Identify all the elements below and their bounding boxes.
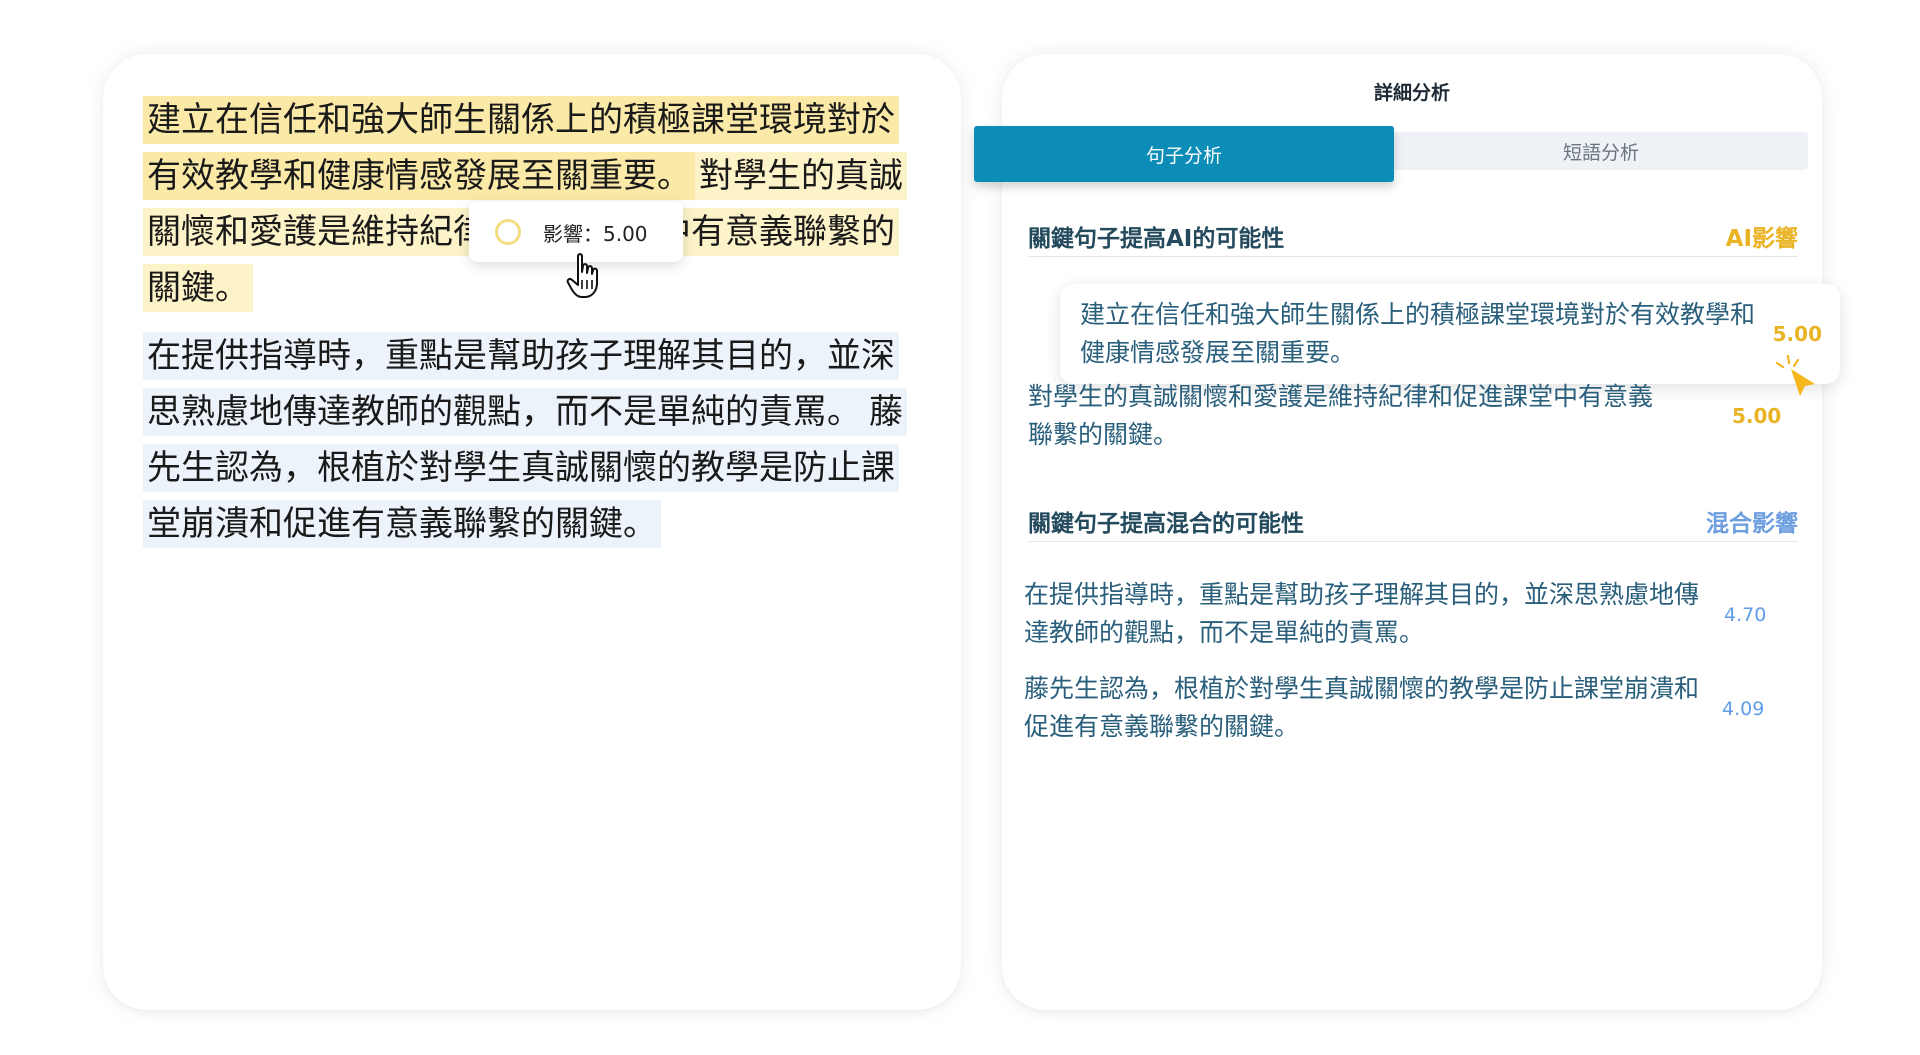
ai-section-title: 關鍵句子提高AI的可能性 — [1028, 226, 1285, 252]
ai-impact-tag: AI影響 — [1725, 226, 1798, 252]
document-card: 建立在信任和強大師生關係上的積極課堂環境對於有效教學和健康情感發展至關重要。 對學… — [103, 54, 961, 1010]
sentence-row[interactable]: 在提供指導時，重點是幫助孩子理解其目的，並深思熟慮地傳達教師的觀點，而不是單純的… — [1024, 574, 1714, 654]
sentence-text: 建立在信任和強大師生關係上的積極課堂環境對於有效教學和健康情感發展至關重要。 — [1080, 300, 1756, 367]
sentence-row[interactable]: 對學生的真誠關懷和愛護是維持紀律和促進課堂中有意義聯繫的關鍵。 — [1028, 376, 1658, 456]
analysis-panel: 詳細分析 句子分析 短語分析 關鍵句子提高AI的可能性 AI影響 建立在信任和強… — [974, 54, 1840, 1010]
panel-title: 詳細分析 — [1373, 82, 1450, 104]
sentence-text: 對學生的真誠關懷和愛護是維持紀律和促進課堂中有意義聯繫的關鍵。 — [1028, 382, 1654, 449]
mix-impact-tag: 混合影響 — [1706, 511, 1798, 537]
mix-section-header: 關鍵句子提高混合的可能性 混合影響 — [1028, 501, 1798, 542]
ai-section-header: 關鍵句子提高AI的可能性 AI影響 — [1028, 216, 1798, 257]
sentence-score: 4.70 — [1724, 604, 1767, 626]
sentence-score: 4.09 — [1722, 698, 1765, 720]
sentence-text: 在提供指導時，重點是幫助孩子理解其目的，並深思熟慮地傳達教師的觀點，而不是單純的… — [1024, 580, 1700, 647]
document-text: 建立在信任和強大師生關係上的積極課堂環境對於有效教學和健康情感發展至關重要。 對學… — [143, 92, 913, 552]
analysis-tabs: 句子分析 短語分析 — [974, 126, 1808, 182]
tab-phrase-analysis[interactable]: 短語分析 — [1394, 132, 1808, 170]
sentence-row[interactable]: 藤先生認為，根植於對學生真誠關懷的教學是防止課堂崩潰和促進有意義聯繫的關鍵。 — [1024, 668, 1714, 748]
impact-tooltip-label: 影響：5.00 — [543, 221, 648, 246]
hand-pointer-icon — [566, 253, 598, 298]
sentence-row-featured[interactable]: 建立在信任和強大師生關係上的積極課堂環境對於有效教學和健康情感發展至關重要。 5… — [1060, 284, 1840, 384]
mix-section-title: 關鍵句子提高混合的可能性 — [1028, 511, 1304, 537]
sentence-score: 5.00 — [1772, 322, 1822, 346]
arrow-click-icon — [1775, 354, 1815, 396]
circle-ring-icon — [495, 219, 521, 245]
mix-highlighted-sentence[interactable]: 在提供指導時，重點是幫助孩子理解其目的，並深思熟慮地傳達教師的觀點，而不是單純的… — [143, 332, 899, 436]
sentence-score: 5.00 — [1732, 404, 1782, 428]
sentence-text: 藤先生認為，根植於對學生真誠關懷的教學是防止課堂崩潰和促進有意義聯繫的關鍵。 — [1024, 674, 1700, 741]
paragraph-2: 在提供指導時，重點是幫助孩子理解其目的，並深思熟慮地傳達教師的觀點，而不是單純的… — [143, 328, 913, 552]
tab-sentence-analysis[interactable]: 句子分析 — [974, 126, 1394, 182]
